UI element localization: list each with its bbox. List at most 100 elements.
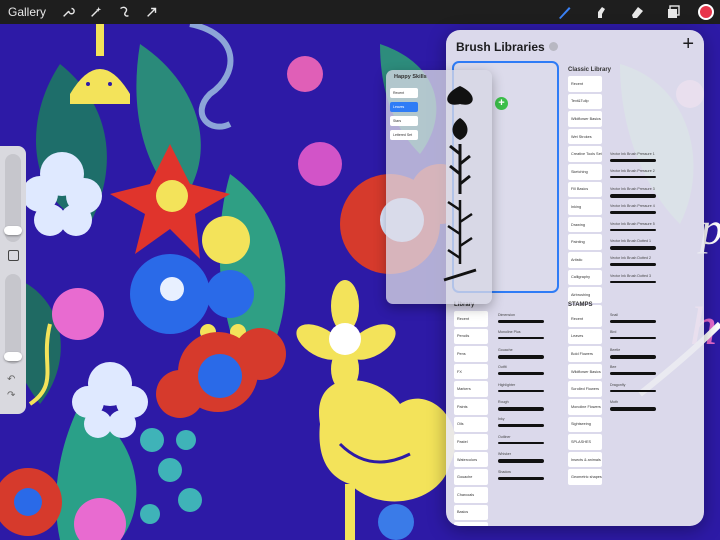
brush-item[interactable]: Vector Ink Brush Pressure 1 [608, 150, 658, 167]
category-item[interactable]: Fill Basics [568, 181, 602, 198]
category-item-active[interactable]: Leaves [390, 102, 418, 112]
category-item[interactable]: Inking [568, 199, 602, 215]
brush-item[interactable]: Vector Ink Brush Pressure 3 [608, 185, 658, 202]
brush-stroke-preview [610, 280, 656, 283]
layers-icon[interactable] [664, 3, 682, 21]
brush-item[interactable]: Vector Ink Brush Pressure 2 [608, 167, 658, 184]
category-item[interactable]: Geometric shapes [568, 469, 602, 485]
category-item[interactable]: Painting [568, 234, 602, 250]
brush-stroke-preview [498, 354, 544, 359]
category-item[interactable]: Wet Strokes [568, 128, 602, 145]
category-item[interactable]: Recent [568, 76, 602, 92]
brush-item[interactable]: Vector Ink Brush Dotted 3 [608, 272, 658, 289]
add-library-button[interactable]: + [682, 34, 694, 54]
brush-stroke-preview [610, 245, 656, 250]
brush-item[interactable]: Outfit [496, 363, 546, 380]
category-item[interactable]: Creative Tools Set [568, 146, 602, 162]
brush-item[interactable]: Rough [496, 398, 546, 415]
category-item[interactable]: Text&Tulip [568, 93, 602, 110]
brush-name: Beetle [610, 347, 621, 352]
brush-name: Vector Ink Brush Pressure 1 [610, 152, 655, 156]
brush-item[interactable]: Gouache [496, 346, 546, 363]
category-item[interactable]: Watercolors [454, 451, 488, 468]
brush-item[interactable]: Moth [608, 398, 658, 415]
category-item[interactable]: Charcoals [454, 486, 488, 503]
transform-arrow-icon[interactable] [144, 4, 160, 20]
category-item[interactable]: FX [454, 363, 488, 380]
brush-item[interactable]: Beetle [608, 346, 658, 363]
brush-stroke-preview [498, 476, 544, 480]
category-item[interactable]: Sketching [568, 163, 602, 180]
category-item[interactable]: Lettering [454, 522, 488, 526]
category-item[interactable]: Recent [568, 311, 602, 327]
category-item[interactable]: Oils [454, 416, 488, 433]
brush-item[interactable]: Dimension [496, 311, 546, 328]
category-item[interactable]: Calligraphy [568, 269, 602, 286]
category-item[interactable]: Leaves [568, 328, 602, 345]
category-item[interactable]: Bold Flowers [568, 346, 602, 362]
brush-stroke-preview [498, 372, 544, 376]
brush-stroke-preview [498, 389, 544, 392]
category-item[interactable]: SPLASHES [568, 434, 602, 450]
info-icon[interactable] [549, 42, 558, 51]
brush-item[interactable]: Snail [608, 311, 658, 328]
brush-icon[interactable] [556, 3, 574, 21]
category-item[interactable]: Pens [454, 346, 488, 362]
brush-item[interactable]: Dragonfly [608, 381, 658, 398]
add-icon: + [495, 97, 508, 110]
brush-item[interactable]: Inky [496, 415, 546, 432]
modify-button[interactable] [8, 250, 19, 261]
wrench-icon[interactable] [60, 4, 76, 20]
category-item[interactable]: Wildflower Basics [568, 111, 602, 127]
category-item[interactable]: Recent [454, 311, 488, 327]
category-item[interactable]: Drawing [568, 216, 602, 233]
brush-item[interactable]: Highlighter [496, 381, 546, 398]
opacity-slider[interactable] [5, 274, 21, 364]
category-item[interactable]: Recent [390, 88, 418, 98]
category-item[interactable]: Insects & animals [568, 451, 602, 468]
brush-name: Moth [610, 399, 618, 404]
brush-item[interactable]: Bee [608, 363, 658, 380]
brush-size-thumb[interactable] [4, 226, 22, 235]
brush-item[interactable]: Monoline Plus [496, 328, 546, 345]
brush-item[interactable]: Bird [608, 328, 658, 345]
magic-wand-icon[interactable] [88, 4, 104, 20]
brush-stroke-preview [610, 372, 656, 376]
library-title: Happy Skills [394, 74, 427, 80]
category-item[interactable]: Lettered Set [390, 130, 418, 140]
category-item[interactable]: Basics [454, 504, 488, 521]
dragged-library-card[interactable]: Happy Skills Recent Leaves Stars Lettere… [386, 70, 492, 304]
gallery-button[interactable]: Gallery [8, 5, 46, 19]
brush-stroke-preview [610, 337, 656, 340]
category-item[interactable]: Wildflower Basics [568, 363, 602, 380]
category-item[interactable]: Scrolled Flowers [568, 381, 602, 397]
undo-button[interactable]: ↶ [7, 374, 15, 385]
brush-item[interactable]: Vector Ink Brush Pressure 5 [608, 220, 658, 237]
brush-item[interactable]: Vector Ink Brush Dotted 1 [608, 237, 658, 254]
brush-item[interactable]: Shadow [496, 468, 546, 485]
category-item[interactable]: Pencils [454, 328, 488, 345]
smudge-icon[interactable] [592, 3, 610, 21]
brush-name: Shadow [498, 469, 511, 474]
selection-icon[interactable] [116, 4, 132, 20]
category-item[interactable]: Sightseeing [568, 416, 602, 433]
eraser-icon[interactable] [628, 3, 646, 21]
category-item[interactable]: Stars [390, 116, 418, 126]
category-item[interactable]: Markers [454, 381, 488, 397]
color-picker-button[interactable] [698, 4, 714, 20]
category-item[interactable]: Gouache [454, 469, 488, 485]
brush-name: Dragonfly [610, 382, 626, 387]
category-item[interactable]: Pastel [454, 434, 488, 450]
category-item[interactable]: Monoline Flowers [568, 398, 602, 415]
brush-stroke-preview [610, 228, 656, 231]
brush-item[interactable]: Outliner [496, 433, 546, 450]
redo-button[interactable]: ↷ [7, 390, 15, 401]
brush-name: Outfit [498, 365, 507, 370]
brush-item[interactable]: Vector Ink Brush Dotted 2 [608, 254, 658, 271]
brush-item[interactable]: Vector Ink Brush Pressure 4 [608, 202, 658, 219]
category-item[interactable]: Artistic [568, 251, 602, 268]
category-item[interactable]: Paints [454, 398, 488, 415]
brush-item[interactable]: Whisker [496, 450, 546, 467]
category-item[interactable]: Airbrushing [568, 287, 602, 303]
opacity-thumb[interactable] [4, 352, 22, 361]
